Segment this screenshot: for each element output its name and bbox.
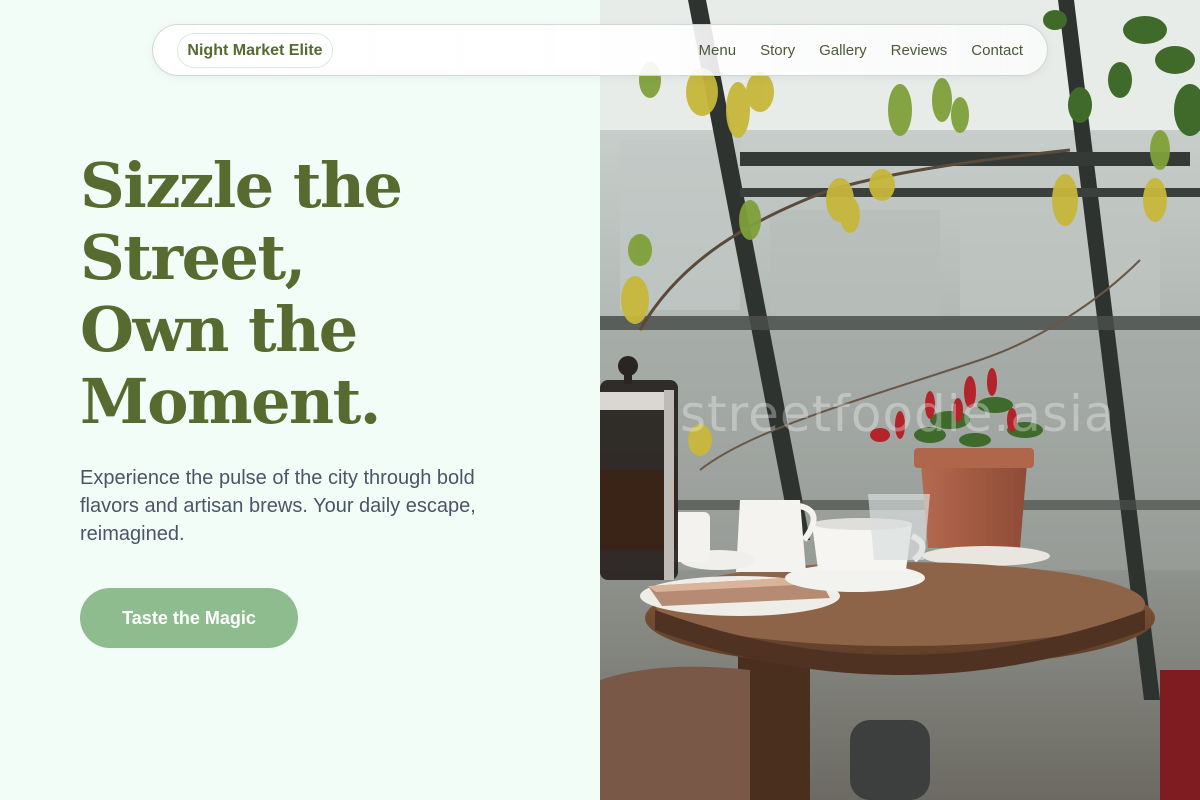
nav-link-story[interactable]: Story [760,42,795,59]
nav-link-menu[interactable]: Menu [699,42,737,59]
nav-link-reviews[interactable]: Reviews [891,42,948,59]
hero-title-line: Street, [80,221,306,294]
hero-subtitle: Experience the pulse of the city through… [80,467,476,545]
brand-logo[interactable]: Night Market Elite [177,33,333,68]
hero-title-line: Sizzle the [80,149,403,222]
nav-links: Menu Story Gallery Reviews Contact [699,25,1023,75]
hero-title-line: Own the [80,293,358,366]
nav-link-contact[interactable]: Contact [971,42,1023,59]
hero-photo: streetfoodie.asia [600,0,1200,800]
top-navbar: Night Market Elite Menu Story Gallery Re… [152,24,1048,76]
photo-watermark: streetfoodie.asia [680,385,1116,443]
hero-title-line: Moment. [80,365,381,438]
hero-section: Sizzle the Street, Own the Moment. Exper… [0,0,600,800]
hero-title: Sizzle the Street, Own the Moment. [80,150,580,438]
nav-link-gallery[interactable]: Gallery [819,42,867,59]
taste-the-magic-button[interactable]: Taste the Magic [80,588,298,648]
